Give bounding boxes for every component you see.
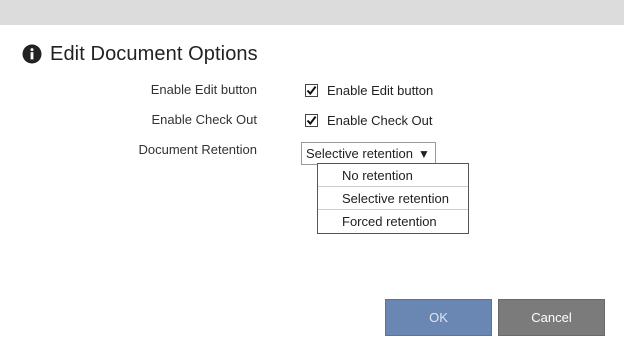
ok-button[interactable]: OK bbox=[385, 299, 492, 336]
dropdown-arrow-icon: ▼ bbox=[417, 146, 430, 161]
enable-edit-button-label: Enable Edit button bbox=[150, 82, 257, 97]
enable-check-out-checkbox-label[interactable]: Enable Check Out bbox=[327, 113, 433, 128]
document-retention-label: Document Retention bbox=[138, 142, 257, 157]
enable-edit-button-option[interactable]: Enable Edit button bbox=[305, 83, 433, 98]
enable-check-out-option[interactable]: Enable Check Out bbox=[305, 113, 433, 128]
retention-option-selective[interactable]: Selective retention bbox=[318, 187, 468, 210]
retention-option-none[interactable]: No retention bbox=[318, 164, 468, 187]
window-top-bar bbox=[0, 0, 624, 25]
info-icon bbox=[22, 44, 42, 64]
document-retention-selected-value: Selective retention bbox=[306, 146, 413, 161]
enable-check-out-label: Enable Check Out bbox=[151, 112, 257, 127]
enable-edit-button-checkbox-label[interactable]: Enable Edit button bbox=[327, 83, 433, 98]
document-retention-select[interactable]: Selective retention ▼ bbox=[301, 142, 436, 165]
dialog-title: Edit Document Options bbox=[50, 42, 258, 65]
cancel-button[interactable]: Cancel bbox=[498, 299, 605, 336]
enable-check-out-checkbox[interactable] bbox=[305, 114, 318, 127]
document-retention-dropdown-list: No retention Selective retention Forced … bbox=[317, 163, 469, 234]
dialog-header: Edit Document Options bbox=[22, 41, 258, 67]
retention-option-forced[interactable]: Forced retention bbox=[318, 210, 468, 233]
enable-edit-button-checkbox[interactable] bbox=[305, 84, 318, 97]
